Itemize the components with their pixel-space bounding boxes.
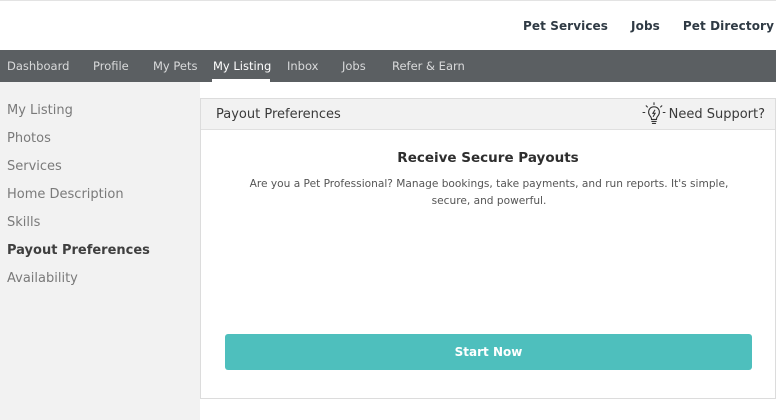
nav-item-jobs[interactable]: Jobs <box>342 59 366 73</box>
top-nav-pet-directory[interactable]: Pet Directory <box>683 19 774 33</box>
need-support-label: Need Support? <box>668 106 765 122</box>
nav-item-refer-earn[interactable]: Refer & Earn <box>392 59 465 73</box>
sidebar: My Listing Photos Services Home Descript… <box>0 82 200 420</box>
start-now-button[interactable]: Start Now <box>225 334 752 370</box>
top-nav-jobs[interactable]: Jobs <box>631 19 660 33</box>
top-nav-pet-services[interactable]: Pet Services <box>523 19 608 33</box>
payout-card: Payout Preferences Need Support? Receive… <box>200 98 776 399</box>
nav-item-my-listing[interactable]: My Listing <box>213 59 271 73</box>
main-nav: Dashboard Profile My Pets My Listing Inb… <box>0 50 776 82</box>
nav-item-my-pets[interactable]: My Pets <box>153 59 197 73</box>
sidebar-item-home-description[interactable]: Home Description <box>7 187 124 202</box>
sidebar-item-photos[interactable]: Photos <box>7 131 51 146</box>
sidebar-item-payout-preferences[interactable]: Payout Preferences <box>7 243 150 258</box>
nav-item-inbox[interactable]: Inbox <box>287 59 318 73</box>
lightbulb-icon <box>642 102 666 124</box>
card-title: Payout Preferences <box>216 107 341 122</box>
sidebar-item-availability[interactable]: Availability <box>7 271 78 286</box>
active-tab-indicator <box>212 79 270 82</box>
card-heading: Receive Secure Payouts <box>397 150 579 166</box>
card-description: Are you a Pet Professional? Manage booki… <box>249 178 729 207</box>
need-support-link[interactable]: Need Support? <box>642 102 765 125</box>
sidebar-item-skills[interactable]: Skills <box>7 215 40 230</box>
nav-item-profile[interactable]: Profile <box>93 59 129 73</box>
sidebar-item-services[interactable]: Services <box>7 159 62 174</box>
nav-item-dashboard[interactable]: Dashboard <box>7 59 69 73</box>
top-nav-links: Pet Services Jobs Pet Directory <box>500 19 774 33</box>
top-header: Pet Services Jobs Pet Directory <box>0 0 776 50</box>
sidebar-item-my-listing[interactable]: My Listing <box>7 103 73 118</box>
card-header: Payout Preferences Need Support? <box>201 99 775 130</box>
